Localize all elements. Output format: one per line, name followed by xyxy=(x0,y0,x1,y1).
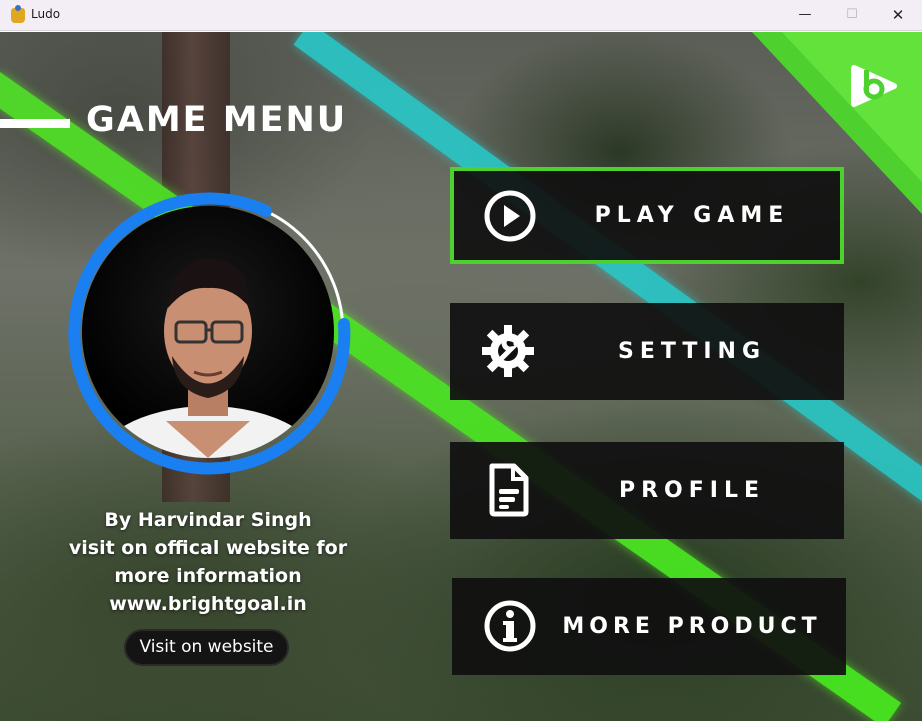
profile-avatar xyxy=(82,206,334,458)
play-game-label: PLAY GAME xyxy=(594,203,790,228)
maximize-button[interactable]: ☐ xyxy=(829,0,875,31)
profile-button[interactable]: PROFILE xyxy=(450,442,844,539)
info-circle-icon xyxy=(484,600,536,652)
author-credits: By Harvindar Singh visit on offical webs… xyxy=(30,506,386,618)
window-title: Ludo xyxy=(31,7,61,21)
brand-logo-icon xyxy=(851,65,897,107)
app-icon xyxy=(11,5,25,23)
page-title: GAME MENU xyxy=(86,100,348,140)
more-product-button[interactable]: MORE PRODUCT xyxy=(452,578,846,675)
credits-line-info: more information xyxy=(114,565,302,587)
setting-label: SETTING xyxy=(617,339,767,364)
more-product-label: MORE PRODUCT xyxy=(562,614,822,639)
visit-website-button[interactable]: Visit on website xyxy=(124,629,289,666)
close-button[interactable]: ✕ xyxy=(875,0,921,31)
credits-line-website: visit on offical website for xyxy=(68,537,348,559)
heading-accent-bar xyxy=(0,119,70,128)
window-titlebar: Ludo — ☐ ✕ xyxy=(0,0,922,31)
avatar-portrait xyxy=(92,258,324,458)
play-circle-icon xyxy=(484,190,536,242)
setting-button[interactable]: SETTING xyxy=(450,303,844,400)
gear-wrench-icon xyxy=(482,325,534,377)
play-game-button[interactable]: PLAY GAME xyxy=(450,167,844,264)
profile-label: PROFILE xyxy=(618,478,766,503)
credits-url: www.brightgoal.in xyxy=(109,593,307,615)
minimize-button[interactable]: — xyxy=(782,0,828,31)
game-menu-scene: GAME MENU By Harvindar Singh visit on of… xyxy=(0,32,922,721)
credits-author: By Harvindar Singh xyxy=(104,509,312,531)
document-icon xyxy=(489,463,529,517)
